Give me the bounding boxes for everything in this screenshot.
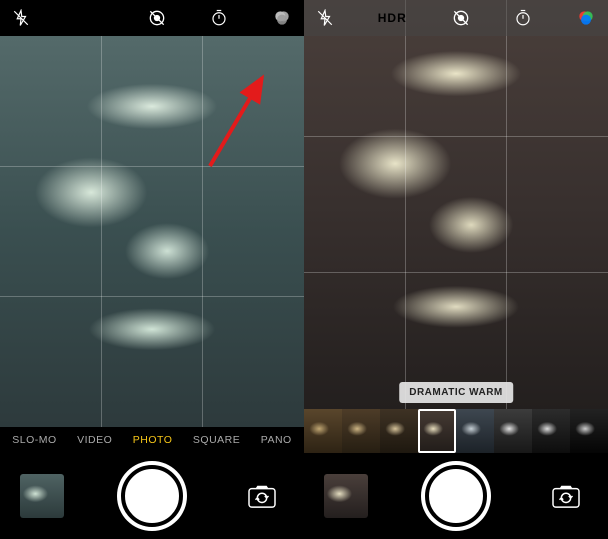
live-off-icon[interactable] [147, 8, 167, 28]
shutter-button[interactable] [425, 465, 487, 527]
camera-screen-filters: HDR DRAMATIC WARM [304, 0, 608, 539]
flash-off-icon[interactable] [316, 9, 334, 27]
hdr-toggle[interactable]: HDR [74, 11, 103, 25]
camera-screen-default: HDR SLO-MO VIDEO PHOTO SQUARE PANO [0, 0, 304, 539]
mode-square[interactable]: SQUARE [193, 434, 240, 446]
hdr-toggle[interactable]: HDR [378, 11, 407, 25]
flash-off-icon[interactable] [12, 9, 30, 27]
filters-icon-active[interactable] [576, 8, 596, 28]
timer-icon[interactable] [210, 9, 228, 27]
filter-swatch[interactable] [304, 409, 342, 453]
filter-swatch-selected[interactable] [418, 409, 456, 453]
mode-slo-mo[interactable]: SLO-MO [12, 434, 56, 446]
filter-swatch[interactable] [342, 409, 380, 453]
mode-photo[interactable]: PHOTO [133, 434, 173, 446]
filter-name-label: DRAMATIC WARM [399, 382, 513, 403]
mode-video[interactable]: VIDEO [77, 434, 112, 446]
mode-selector[interactable]: SLO-MO VIDEO PHOTO SQUARE PANO [0, 427, 304, 453]
filter-swatch[interactable] [532, 409, 570, 453]
viewfinder[interactable]: DRAMATIC WARM [304, 0, 608, 409]
mode-pano[interactable]: PANO [261, 434, 292, 446]
last-photo-thumbnail[interactable] [324, 474, 368, 518]
shutter-button[interactable] [121, 465, 183, 527]
live-off-icon[interactable] [451, 8, 471, 28]
filter-strip[interactable] [304, 409, 608, 453]
camera-flip-button[interactable] [544, 474, 588, 518]
composition-grid [304, 0, 608, 409]
filter-swatch[interactable] [570, 409, 608, 453]
timer-icon[interactable] [514, 9, 532, 27]
bottom-toolbar [0, 453, 304, 539]
bottom-toolbar [304, 453, 608, 539]
filter-swatch[interactable] [494, 409, 532, 453]
composition-grid [0, 36, 304, 427]
last-photo-thumbnail[interactable] [20, 474, 64, 518]
filters-icon[interactable] [272, 8, 292, 28]
top-toolbar: HDR [304, 0, 608, 36]
filter-swatch[interactable] [456, 409, 494, 453]
viewfinder[interactable] [0, 36, 304, 427]
camera-flip-button[interactable] [240, 474, 284, 518]
filter-swatch[interactable] [380, 409, 418, 453]
top-toolbar: HDR [0, 0, 304, 36]
